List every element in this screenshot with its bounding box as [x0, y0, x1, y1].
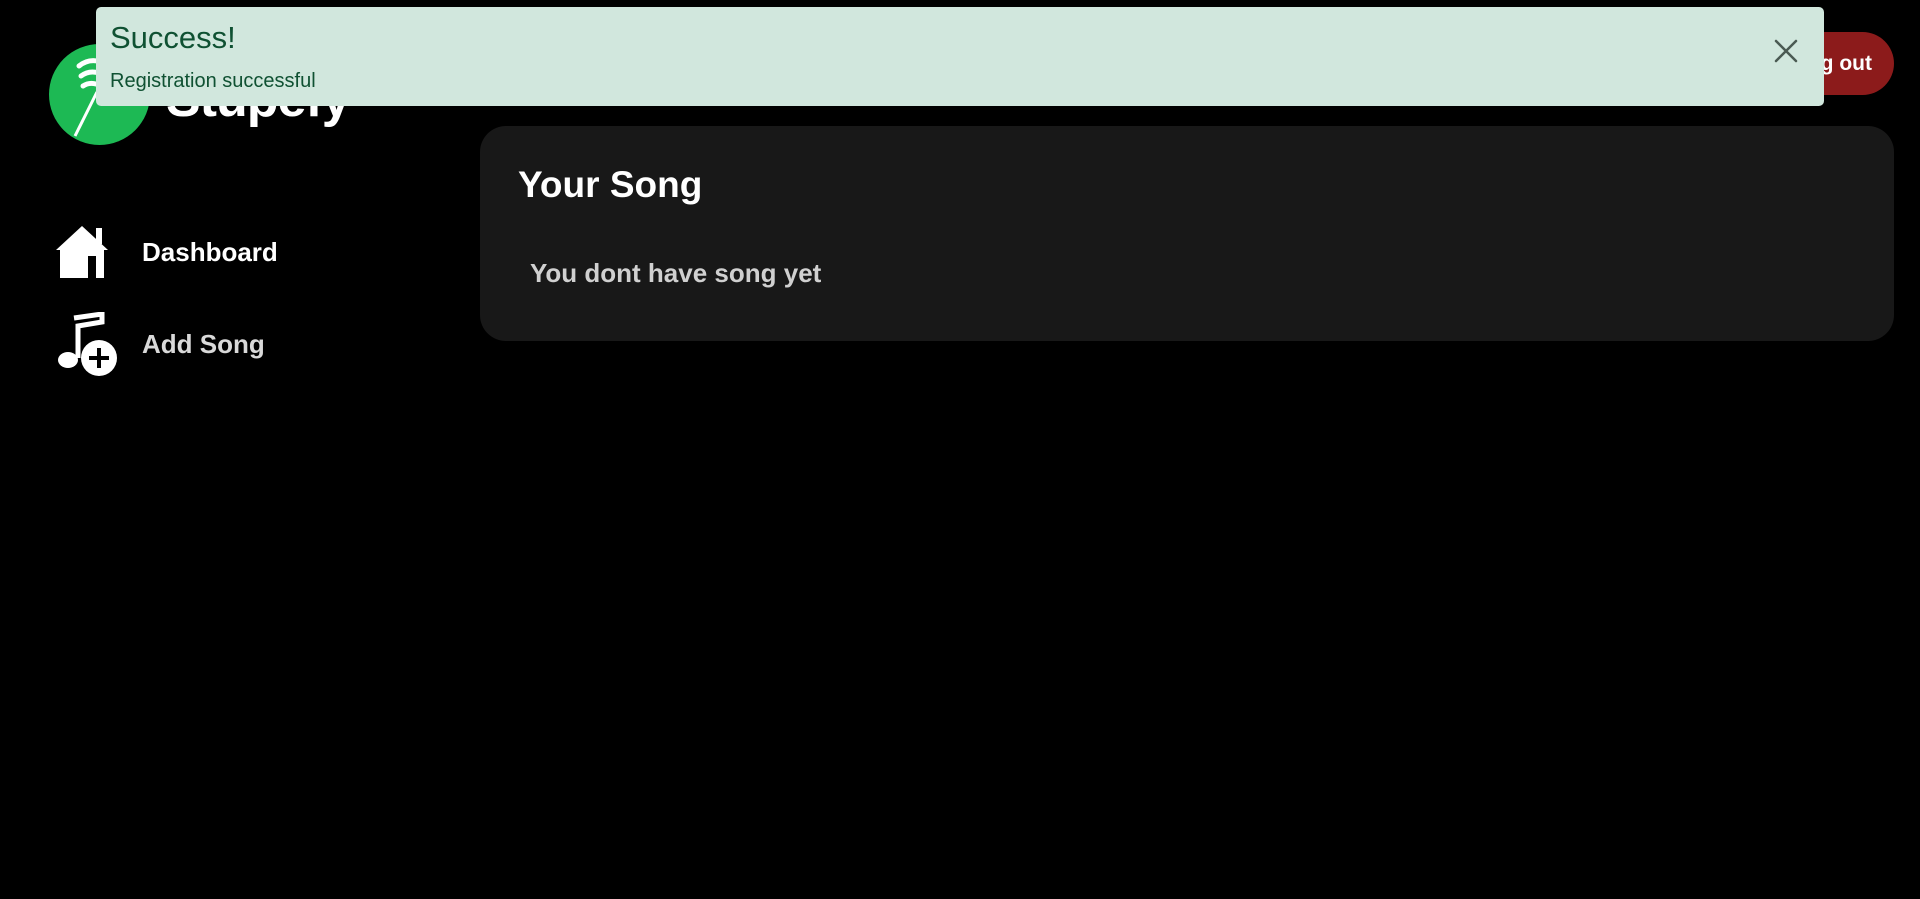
songs-panel: Your Song You dont have song yet	[480, 126, 1894, 341]
page-title: Your Song	[518, 164, 703, 205]
sidebar-item-add-song[interactable]: Add Song	[54, 312, 434, 376]
home-icon	[54, 220, 120, 284]
music-note-add-icon	[54, 312, 120, 376]
close-icon[interactable]	[1766, 31, 1806, 71]
sidebar-item-label: Dashboard	[142, 236, 278, 267]
toast-title: Success!	[110, 20, 236, 55]
toast-message: Registration successful	[110, 70, 316, 92]
page: Stupefy Dashboard	[0, 0, 1920, 899]
sidebar-item-label: Add Song	[142, 328, 265, 359]
empty-state-message: You dont have song yet	[530, 258, 822, 288]
sidebar-item-dashboard[interactable]: Dashboard	[54, 220, 434, 284]
sidebar: Dashboard Add Song	[54, 220, 434, 404]
success-toast: Success! Registration successful	[96, 7, 1824, 106]
